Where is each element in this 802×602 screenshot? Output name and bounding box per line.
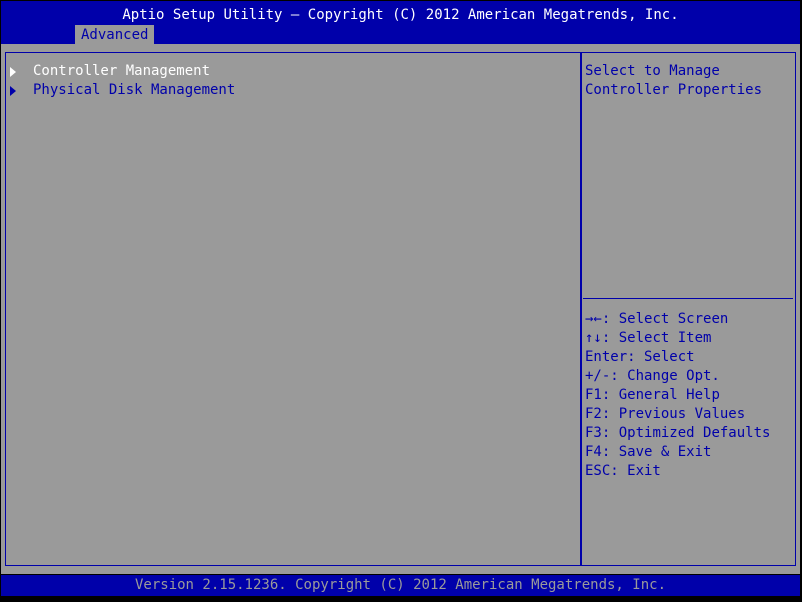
- key-label: F4:: [585, 444, 611, 460]
- submenu-arrow-icon: [10, 67, 16, 77]
- key-label: ↑↓:: [585, 330, 611, 346]
- menu-list: Controller Management Physical Disk Mana…: [6, 62, 235, 100]
- help-description: Select to Manage Controller Properties: [585, 62, 762, 100]
- key-hint-f4: F4: Save & Exit: [585, 443, 770, 462]
- menu-item-label: Physical Disk Management: [33, 82, 236, 98]
- help-line-1: Select to Manage: [585, 63, 720, 79]
- key-action: Select Screen: [610, 311, 729, 327]
- key-hint-enter: Enter: Select: [585, 348, 770, 367]
- key-action: Exit: [618, 463, 661, 479]
- key-action: Select Item: [610, 330, 712, 346]
- key-action: Change Opt.: [618, 368, 720, 384]
- body-area: Controller Management Physical Disk Mana…: [1, 44, 800, 574]
- key-hint-esc: ESC: Exit: [585, 462, 770, 481]
- header-title: Aptio Setup Utility – Copyright (C) 2012…: [122, 7, 679, 23]
- submenu-arrow-icon: [10, 86, 16, 96]
- key-hint-f1: F1: General Help: [585, 386, 770, 405]
- key-label: →←:: [585, 311, 611, 327]
- key-label: F1:: [585, 387, 611, 403]
- key-hint-change-opt: +/-: Change Opt.: [585, 367, 770, 386]
- key-label: F2:: [585, 406, 611, 422]
- key-label: F3:: [585, 425, 611, 441]
- key-hint-select-item: ↑↓: Select Item: [585, 329, 770, 348]
- key-hint-f2: F2: Previous Values: [585, 405, 770, 424]
- key-action: General Help: [610, 387, 720, 403]
- help-panel: Select to Manage Controller Properties →←…: [581, 52, 796, 566]
- footer-version-text: Version 2.15.1236. Copyright (C) 2012 Am…: [134, 577, 666, 593]
- key-action: Save & Exit: [610, 444, 712, 460]
- key-hint-f3: F3: Optimized Defaults: [585, 424, 770, 443]
- help-line-2: Controller Properties: [585, 82, 763, 98]
- header-bar: Aptio Setup Utility – Copyright (C) 2012…: [1, 1, 800, 45]
- main-panel: Controller Management Physical Disk Mana…: [5, 52, 582, 566]
- bios-screen: Aptio Setup Utility – Copyright (C) 2012…: [0, 0, 802, 602]
- menu-item-controller-management[interactable]: Controller Management: [6, 62, 210, 81]
- key-action: Optimized Defaults: [610, 425, 771, 441]
- menu-item-physical-disk-management[interactable]: Physical Disk Management: [6, 81, 235, 100]
- menu-item-label: Controller Management: [33, 63, 211, 79]
- footer-bar: Version 2.15.1236. Copyright (C) 2012 Am…: [1, 575, 800, 596]
- key-label: Enter:: [585, 349, 636, 365]
- key-action: Previous Values: [610, 406, 746, 422]
- key-action: Select: [635, 349, 695, 365]
- tab-advanced[interactable]: Advanced: [75, 25, 155, 45]
- key-label: ESC:: [585, 463, 619, 479]
- help-divider: [583, 298, 793, 299]
- key-label: +/-:: [585, 368, 619, 384]
- key-legend: →←: Select Screen ↑↓: Select Item Enter:…: [585, 310, 770, 481]
- key-hint-select-screen: →←: Select Screen: [585, 310, 770, 329]
